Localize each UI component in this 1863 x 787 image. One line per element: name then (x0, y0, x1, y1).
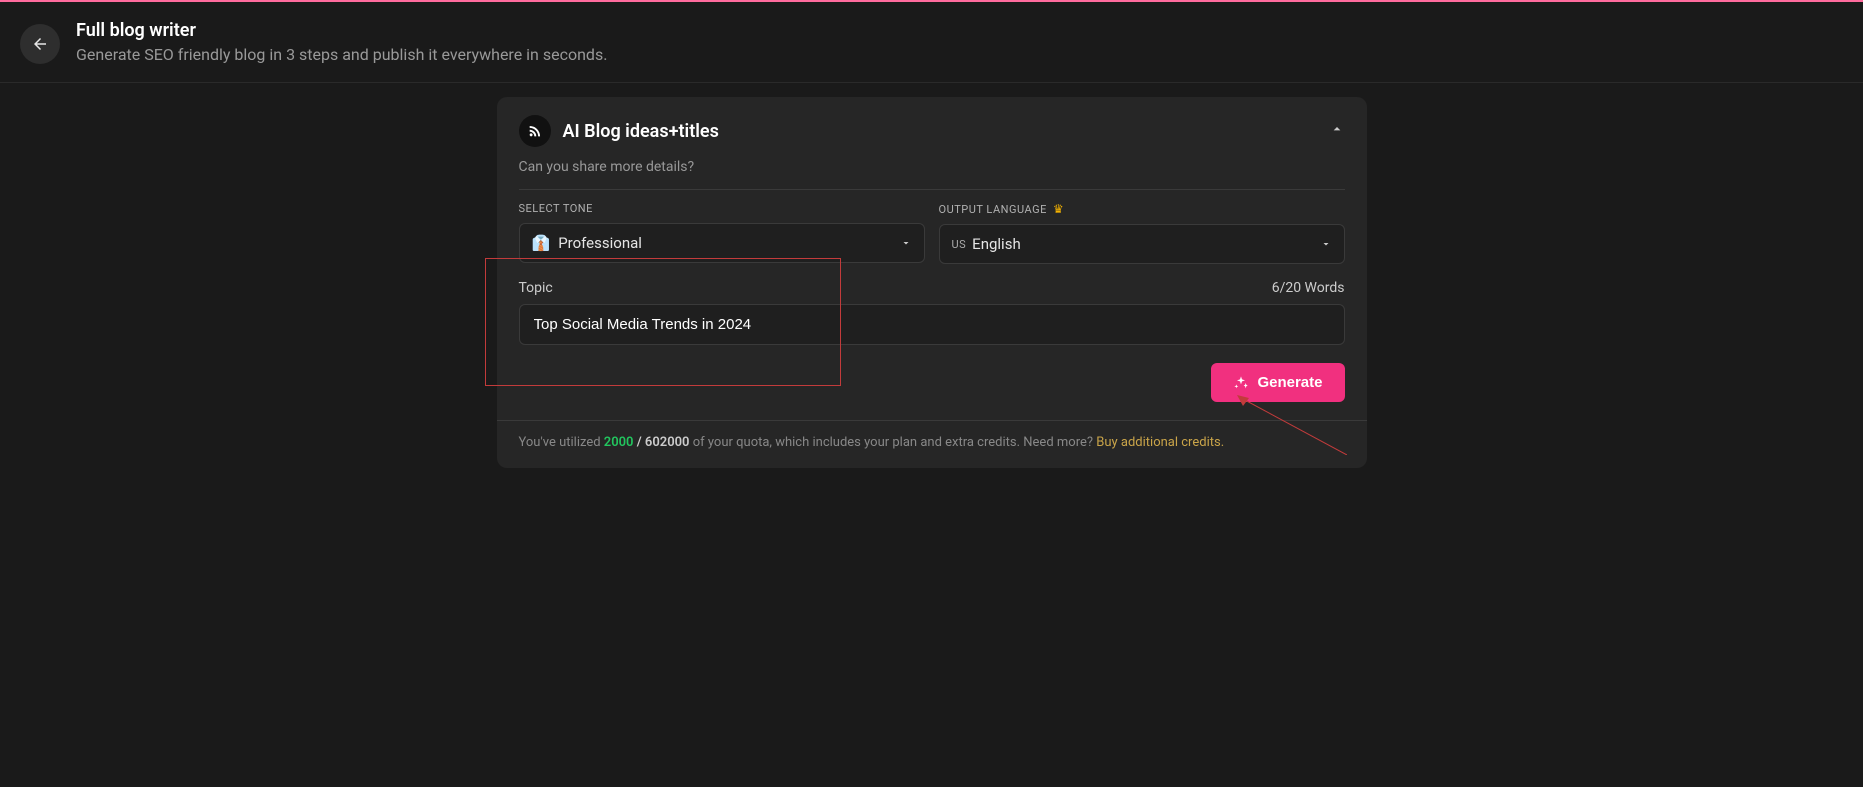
topic-label: Topic (519, 280, 553, 296)
language-prefix: US (952, 238, 967, 251)
word-counter: 6/20 Words (1272, 280, 1345, 296)
topic-label-row: Topic 6/20 Words (519, 280, 1345, 296)
generate-button[interactable]: Generate (1211, 363, 1344, 402)
chevron-up-icon (1329, 121, 1345, 137)
tone-field: SELECT TONE 👔 Professional (519, 202, 925, 264)
tone-value: Professional (558, 234, 899, 252)
tone-emoji: 👔 (532, 234, 551, 252)
card-header: AI Blog ideas+titles (497, 97, 1367, 157)
blog-icon (519, 115, 551, 147)
card-subtitle: Can you share more details? (497, 157, 1367, 189)
quota-footer: You've utilized 2000 / 602000 of your qu… (497, 420, 1367, 468)
language-select[interactable]: US English (939, 224, 1345, 264)
select-row: SELECT TONE 👔 Professional OUTPUT LANGUA… (497, 190, 1367, 264)
quota-total: 602000 (645, 435, 690, 450)
sparkle-icon (1233, 375, 1249, 391)
quota-sep: / (634, 435, 645, 450)
card-title: AI Blog ideas+titles (563, 121, 1329, 142)
header-text: Full blog writer Generate SEO friendly b… (76, 20, 607, 64)
page-subtitle: Generate SEO friendly blog in 3 steps an… (76, 45, 607, 64)
chevron-down-icon (900, 237, 912, 249)
collapse-button[interactable] (1329, 121, 1345, 141)
back-button[interactable] (20, 24, 60, 64)
arrow-left-icon (31, 35, 49, 53)
language-value: English (972, 235, 1319, 253)
language-field: OUTPUT LANGUAGE ♛ US English (939, 202, 1345, 264)
buy-credits-link[interactable]: Buy additional credits. (1096, 435, 1224, 450)
topic-input[interactable] (519, 304, 1345, 345)
language-label: OUTPUT LANGUAGE ♛ (939, 202, 1345, 216)
button-row: Generate (497, 345, 1367, 420)
crown-icon: ♛ (1053, 202, 1064, 216)
generate-label: Generate (1257, 374, 1322, 391)
quota-mid: of your quota, which includes your plan … (689, 435, 1096, 450)
page-title: Full blog writer (76, 20, 607, 41)
page-header: Full blog writer Generate SEO friendly b… (0, 2, 1863, 83)
blog-ideas-card: AI Blog ideas+titles Can you share more … (497, 97, 1367, 468)
language-label-text: OUTPUT LANGUAGE (939, 203, 1047, 216)
chevron-down-icon (1320, 238, 1332, 250)
quota-prefix: You've utilized (519, 435, 604, 450)
tone-label: SELECT TONE (519, 202, 925, 215)
topic-section: Topic 6/20 Words (497, 264, 1367, 345)
quota-used: 2000 (604, 435, 634, 450)
tone-select[interactable]: 👔 Professional (519, 223, 925, 263)
